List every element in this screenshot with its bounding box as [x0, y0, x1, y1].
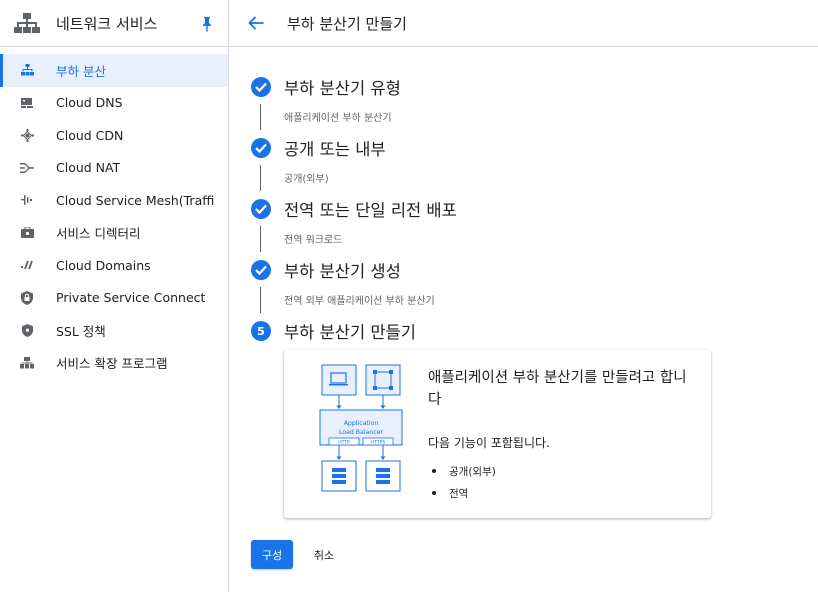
sidebar-item-label: 서비스 확장 프로그램: [56, 356, 168, 372]
step-connector: [260, 287, 261, 313]
service-mesh-icon: [20, 193, 34, 207]
sidebar-item-service-extensions[interactable]: 서비스 확장 프로그램: [0, 347, 228, 380]
sidebar-item-ssl-policies[interactable]: SSL 정책: [0, 314, 228, 347]
sidebar-item-cloud-dns[interactable]: Cloud DNS: [0, 87, 228, 120]
sidebar-item-cloud-cdn[interactable]: Cloud CDN: [0, 119, 228, 152]
step-title: 공개 또는 내부: [284, 140, 386, 159]
sidebar: 네트워크 서비스 부하 분산 Cloud DNS Cloud CDN Cloud…: [0, 0, 229, 592]
step-connector: [260, 165, 261, 191]
sidebar-item-cloud-nat[interactable]: Cloud NAT: [0, 152, 228, 185]
feature-list: 공개(외부) 전역: [432, 460, 496, 504]
sidebar-item-label: SSL 정책: [56, 323, 106, 339]
sidebar-item-label: 부하 분산: [56, 63, 106, 79]
diagram-http-label: HTTP: [338, 440, 350, 446]
private-service-connect-icon: [20, 290, 34, 305]
check-circle-icon: [251, 260, 271, 280]
nat-icon: [20, 161, 34, 175]
step-number-badge: 5: [251, 321, 271, 341]
ssl-shield-icon: [20, 323, 34, 337]
list-item: 공개(외부): [432, 460, 496, 482]
cancel-button[interactable]: 취소: [305, 540, 343, 569]
step-public-or-internal[interactable]: 공개 또는 내부 공개(외부): [251, 133, 811, 194]
step-subtitle: 공개(외부): [284, 174, 329, 185]
step-create-load-balancer: 5 부하 분산기 만들기: [251, 316, 811, 346]
sidebar-item-label: Cloud Domains: [56, 257, 151, 273]
card-heading: 애플리케이션 부하 분산기를 만들려고 합니다: [428, 370, 687, 408]
step-connector: [260, 226, 261, 252]
configure-button[interactable]: 구성: [251, 540, 293, 569]
sidebar-item-cloud-domains[interactable]: Cloud Domains: [0, 249, 228, 282]
domains-icon: [20, 258, 34, 272]
sidebar-item-label: Cloud CDN: [56, 127, 124, 143]
feature-text: 공개(외부): [449, 465, 496, 478]
main-content: 부하 분산기 만들기 부하 분산기 유형 애플리케이션 부하 분산기 공개 또는…: [229, 0, 818, 592]
step-connector: [260, 104, 261, 130]
sidebar-nav: 부하 분산 Cloud DNS Cloud CDN Cloud NAT Clou…: [0, 47, 228, 379]
service-extensions-icon: [20, 356, 34, 370]
sidebar-title: 네트워크 서비스: [56, 14, 158, 33]
check-circle-icon: [251, 199, 271, 219]
step-number: 5: [257, 324, 265, 338]
wizard-stepper: 부하 분산기 유형 애플리케이션 부하 분산기 공개 또는 내부 공개(외부): [251, 72, 811, 346]
sidebar-item-service-mesh[interactable]: Cloud Service Mesh(Traffi...: [0, 184, 228, 217]
sidebar-item-private-service-connect[interactable]: Private Service Connect: [0, 282, 228, 315]
step-subtitle: 전역 외부 애플리케이션 부하 분산기: [284, 296, 435, 307]
step-title: 부하 분산기 유형: [284, 79, 401, 98]
sidebar-item-label: 서비스 디렉터리: [56, 226, 141, 242]
sidebar-item-label: Cloud Service Mesh(Traffi...: [56, 192, 214, 208]
sidebar-item-label: Private Service Connect: [56, 290, 206, 306]
sidebar-item-label: Cloud DNS: [56, 95, 123, 111]
step-title: 부하 분산기 만들기: [284, 323, 416, 342]
sidebar-header: 네트워크 서비스: [0, 0, 228, 47]
diagram-lb-line1: Application: [344, 420, 379, 427]
diagram-https-label: HTTPS: [371, 440, 386, 446]
sidebar-item-label: Cloud NAT: [56, 160, 121, 176]
back-arrow-icon[interactable]: [246, 13, 266, 33]
load-balancer-icon: [20, 63, 34, 77]
summary-card: Application Load Balancer HTTP HTTPS 애플리…: [284, 350, 711, 518]
page-title: 부하 분산기 만들기: [287, 14, 407, 33]
diagram-lb-line2: Load Balancer: [339, 429, 383, 436]
page-header: 부하 분산기 만들기: [229, 0, 818, 47]
cdn-icon: [20, 128, 34, 142]
pin-icon[interactable]: [200, 16, 214, 32]
step-global-or-regional[interactable]: 전역 또는 단일 리전 배포 전역 워크로드: [251, 194, 811, 255]
step-load-balancer-type[interactable]: 부하 분산기 유형 애플리케이션 부하 분산기: [251, 72, 811, 133]
load-balancer-diagram: Application Load Balancer HTTP HTTPS: [319, 364, 403, 492]
check-circle-icon: [251, 77, 271, 97]
sidebar-item-load-balancing[interactable]: 부하 분산: [0, 54, 228, 87]
sidebar-item-service-directory[interactable]: 서비스 디렉터리: [0, 217, 228, 250]
check-circle-icon: [251, 138, 271, 158]
step-load-balancer-generation[interactable]: 부하 분산기 생성 전역 외부 애플리케이션 부하 분산기: [251, 255, 811, 316]
list-item: 전역: [432, 482, 496, 504]
card-includes-label: 다음 기능이 포함됩니다.: [428, 436, 550, 450]
dns-icon: [20, 96, 34, 110]
feature-text: 전역: [449, 487, 469, 500]
step-title: 부하 분산기 생성: [284, 262, 401, 281]
step-subtitle: 애플리케이션 부하 분산기: [284, 113, 392, 124]
network-services-logo-icon: [14, 13, 40, 33]
step-title: 전역 또는 단일 리전 배포: [284, 201, 457, 220]
service-directory-icon: [20, 226, 34, 240]
step-subtitle: 전역 워크로드: [284, 235, 343, 246]
